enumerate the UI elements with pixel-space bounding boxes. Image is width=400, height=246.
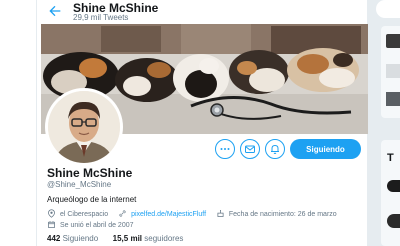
more-dots-icon [220,148,230,150]
location-icon [47,209,58,220]
followers-link[interactable]: 15,5 mil seguidores [113,234,184,243]
app-frame: Shine McShine 29,9 mil Tweets Siguiendo … [0,0,400,246]
bell-plus-icon [271,144,279,154]
suggestions-panel-partial [381,26,400,118]
left-nav-area [0,0,36,246]
joined-text: Se unió el abril de 2007 [59,222,134,229]
back-arrow-icon[interactable] [47,3,63,19]
following-button[interactable]: Siguiendo [290,139,361,159]
profile-handle: @Shine_McShine [47,180,112,189]
suggestion-thumbnail[interactable] [386,64,400,78]
more-options-button[interactable] [215,139,235,159]
suggestion-thumbnail[interactable] [386,34,400,48]
calendar-icon [47,220,58,231]
search-box-partial[interactable] [376,0,400,18]
birthday-text: Fecha de nacimiento: 26 de marzo [228,211,337,218]
tweet-count: 29,9 mil Tweets [73,13,129,22]
profile-meta-row-1: el Ciberespacio pixelfed.de/MajesticFluf… [47,209,337,220]
trends-panel-partial: T [381,140,400,246]
profile-bio: Arqueólogo de la internet [47,195,137,204]
following-link[interactable]: 442 Siguiendo [47,234,98,243]
location-text: el Ciberespacio [59,211,109,218]
avatar-photo-image [48,91,120,163]
trend-thumbnail[interactable] [387,180,400,192]
profile-header-bar: Shine McShine 29,9 mil Tweets [37,0,369,24]
website-link[interactable]: pixelfed.de/MajesticFluff [131,211,206,218]
trends-heading-partial: T [387,152,394,164]
follow-counts: 442 Siguiendo 15,5 mil seguidores [47,234,183,243]
notifications-button[interactable] [265,139,285,159]
message-button[interactable] [240,139,260,159]
envelope-icon [245,145,255,153]
profile-name: Shine McShine [47,166,133,180]
suggestion-thumbnail[interactable] [386,92,400,106]
profile-column: Shine McShine 29,9 mil Tweets Siguiendo … [36,0,369,246]
profile-meta-row-2: Se unió el abril de 2007 [47,220,134,231]
profile-avatar[interactable] [45,88,123,166]
trend-thumbnail[interactable] [387,214,400,228]
birthday-icon [216,209,227,220]
link-icon [118,209,129,220]
